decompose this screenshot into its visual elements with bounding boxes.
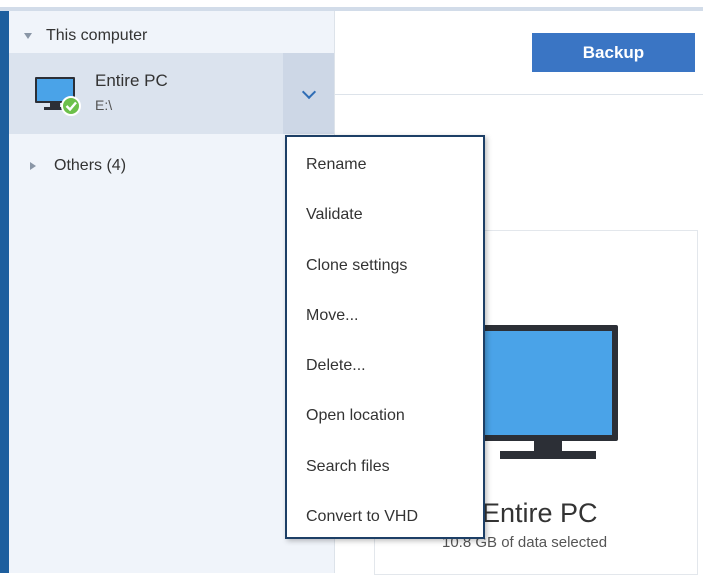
computer-check-icon: [35, 77, 81, 116]
menu-item-delete[interactable]: Delete...: [306, 355, 476, 377]
menu-item-open-location[interactable]: Open location: [306, 405, 476, 427]
monitor-icon: [478, 325, 618, 459]
menu-item-search-files[interactable]: Search files: [306, 456, 476, 478]
backup-options-dropdown-button[interactable]: [283, 53, 334, 134]
menu-item-validate[interactable]: Validate: [306, 204, 476, 226]
group-label: This computer: [46, 27, 148, 44]
chevron-down-icon: [301, 84, 316, 99]
others-label: Others (4): [54, 157, 127, 174]
backup-button[interactable]: Backup: [532, 33, 695, 72]
caret-right-icon: [30, 162, 36, 170]
group-this-computer[interactable]: This computer: [24, 27, 147, 45]
caret-down-icon: [24, 33, 32, 39]
menu-item-move[interactable]: Move...: [306, 305, 476, 327]
group-others[interactable]: Others (4): [30, 156, 126, 176]
menu-item-convert-to-vhd[interactable]: Convert to VHD: [306, 506, 476, 528]
card-title: Entire PC: [482, 498, 598, 528]
backup-path: E:\: [95, 97, 113, 113]
backup-item-entire-pc[interactable]: Entire PC E:\: [9, 53, 334, 134]
backup-name: Entire PC: [95, 71, 168, 90]
menu-item-clone-settings[interactable]: Clone settings: [306, 255, 476, 277]
menu-item-rename[interactable]: Rename: [306, 154, 476, 176]
context-menu: Rename Validate Clone settings Move... D…: [285, 135, 485, 539]
header-divider: [334, 94, 703, 95]
sidebar-accent-edge: [0, 11, 9, 573]
